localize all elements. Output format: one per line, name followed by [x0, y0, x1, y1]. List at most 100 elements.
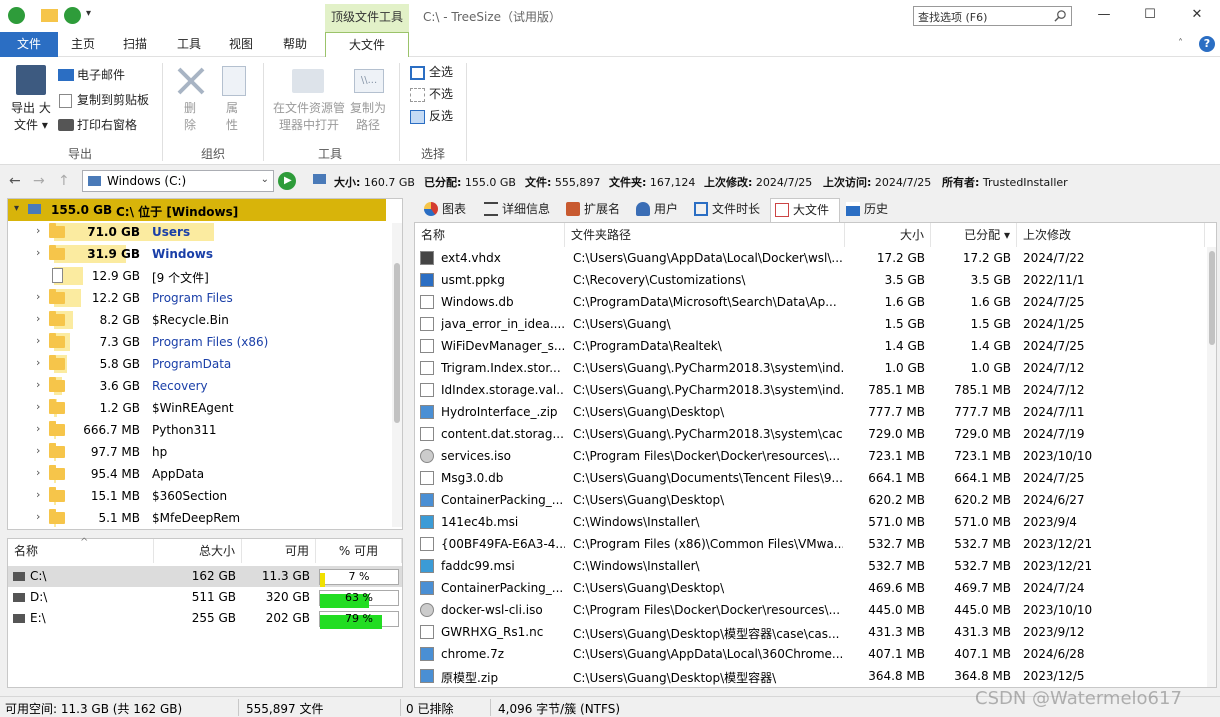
- back-arrow-icon[interactable]: ←: [9, 173, 21, 189]
- expand-icon[interactable]: ›: [36, 378, 40, 391]
- table-row[interactable]: ContainerPacking_... C:\Users\Guang\Deskt…: [415, 489, 1205, 511]
- export-large-line1[interactable]: 导出 大: [11, 101, 51, 116]
- open-folder-icon[interactable]: [41, 9, 58, 22]
- tree-row[interactable]: › 8.2 GB $Recycle.Bin: [8, 309, 386, 331]
- table-row[interactable]: HydroInterface_.zip C:\Users\Guang\Deskto…: [415, 401, 1205, 423]
- export-large-line2[interactable]: 文件 ▾: [14, 118, 48, 133]
- table-row[interactable]: docker-wsl-cli.iso C:\Program Files\Docke…: [415, 599, 1205, 621]
- filelist-scrollbar[interactable]: [1207, 247, 1216, 687]
- tab-help[interactable]: 帮助: [274, 32, 316, 57]
- tab-users[interactable]: 用户: [632, 198, 678, 220]
- table-row[interactable]: ext4.vhdx C:\Users\Guang\AppData\Local\Do…: [415, 247, 1205, 269]
- expand-icon[interactable]: ›: [36, 356, 40, 369]
- drive-row[interactable]: E:\ 255 GB 202 GB 79 %: [8, 608, 402, 629]
- expand-icon[interactable]: ›: [36, 224, 40, 237]
- folder-tree[interactable]: ▾ 155.0 GB C:\ 位于 [Windows] › 71.0 GB User…: [7, 198, 403, 530]
- expand-icon[interactable]: ›: [36, 246, 40, 259]
- tree-row[interactable]: › 7.3 GB Program Files (x86): [8, 331, 386, 353]
- tab-details[interactable]: 详细信息: [480, 198, 550, 220]
- table-row[interactable]: usmt.ppkg C:\Recovery\Customizations\ 3.5 …: [415, 269, 1205, 291]
- table-row[interactable]: Trigram.Index.stor... C:\Users\Guang\.PyC…: [415, 357, 1205, 379]
- large-files-table[interactable]: 名称 文件夹路径 大小 已分配 ▾ 上次修改 ext4.vhdx C:\Users…: [414, 222, 1217, 688]
- scan-icon[interactable]: [64, 7, 81, 24]
- collapse-icon[interactable]: ▾: [14, 203, 19, 214]
- tree-row[interactable]: › 97.7 MB hp: [8, 441, 386, 463]
- help-icon[interactable]: ?: [1199, 36, 1215, 52]
- tree-scrollbar-thumb[interactable]: [394, 263, 400, 423]
- table-row[interactable]: Windows.db C:\ProgramData\Microsoft\Searc…: [415, 291, 1205, 313]
- tab-scan[interactable]: 扫描: [114, 32, 156, 57]
- drive-selector[interactable]: Windows (C:) ⌄: [82, 170, 274, 192]
- column-header-name[interactable]: 名称: [421, 223, 565, 247]
- table-row[interactable]: ContainerPacking_... C:\Users\Guang\Deskt…: [415, 577, 1205, 599]
- drives-header-pct[interactable]: % 可用: [316, 539, 402, 563]
- drive-row[interactable]: C:\ 162 GB 11.3 GB 7 %: [8, 566, 402, 587]
- table-row[interactable]: 原模型.zip C:\Users\Guang\Desktop\模型容器\ 364.8…: [415, 665, 1205, 687]
- tab-extensions[interactable]: 扩展名: [562, 198, 620, 220]
- invert-selection-button[interactable]: 反选: [429, 109, 453, 124]
- tree-row[interactable]: › 666.7 MB Python311: [8, 419, 386, 441]
- tab-large-files[interactable]: 大文件: [325, 32, 409, 58]
- expand-icon[interactable]: ›: [36, 488, 40, 501]
- expand-icon[interactable]: ›: [36, 466, 40, 479]
- select-all-button[interactable]: 全选: [429, 65, 453, 80]
- table-row[interactable]: WiFiDevManager_s... C:\ProgramData\Realte…: [415, 335, 1205, 357]
- drives-header-free[interactable]: 可用: [242, 539, 316, 563]
- tree-row[interactable]: › 95.4 MB AppData: [8, 463, 386, 485]
- tree-row[interactable]: › 31.9 GB Windows: [8, 243, 386, 265]
- quick-access-dropdown-icon[interactable]: ▾: [86, 8, 91, 19]
- table-row[interactable]: {00BF49FA-E6A3-4... C:\Program Files (x86…: [415, 533, 1205, 555]
- expand-icon[interactable]: ›: [36, 422, 40, 435]
- tree-row[interactable]: › 3.6 GB Recovery: [8, 375, 386, 397]
- tab-large-files-view[interactable]: 大文件: [770, 198, 840, 223]
- expand-icon[interactable]: ›: [36, 444, 40, 457]
- tree-row[interactable]: › 71.0 GB Users: [8, 221, 386, 243]
- table-row[interactable]: content.dat.storag... C:\Users\Guang\.PyC…: [415, 423, 1205, 445]
- table-row[interactable]: Msg3.0.db C:\Users\Guang\Documents\Tencen…: [415, 467, 1205, 489]
- tree-root-row[interactable]: ▾ 155.0 GB C:\ 位于 [Windows]: [8, 199, 386, 221]
- tree-row[interactable]: › 12.2 GB Program Files: [8, 287, 386, 309]
- close-button[interactable]: ✕: [1174, 0, 1220, 30]
- maximize-button[interactable]: ☐: [1127, 0, 1173, 30]
- column-header-path[interactable]: 文件夹路径: [571, 223, 845, 247]
- table-row[interactable]: chrome.7z C:\Users\Guang\AppData\Local\36…: [415, 643, 1205, 665]
- copy-to-clipboard-button[interactable]: 复制到剪贴板: [77, 93, 149, 108]
- tab-tools[interactable]: 工具: [168, 32, 210, 57]
- tree-row[interactable]: › 1.2 GB $WinREAgent: [8, 397, 386, 419]
- email-button[interactable]: 电子邮件: [77, 68, 125, 83]
- forward-arrow-icon[interactable]: →: [33, 173, 45, 189]
- up-arrow-icon[interactable]: ↑: [58, 173, 70, 189]
- tree-row[interactable]: 12.9 GB [9 个文件]: [8, 265, 386, 287]
- print-right-pane-button[interactable]: 打印右窗格: [77, 118, 137, 133]
- expand-icon[interactable]: ›: [36, 312, 40, 325]
- expand-icon[interactable]: ›: [36, 334, 40, 347]
- table-row[interactable]: services.iso C:\Program Files\Docker\Dock…: [415, 445, 1205, 467]
- table-row[interactable]: 141ec4b.msi C:\Windows\Installer\ 571.0 MB…: [415, 511, 1205, 533]
- column-header-modified[interactable]: 上次修改: [1023, 223, 1205, 247]
- tree-row[interactable]: › 5.8 GB ProgramData: [8, 353, 386, 375]
- table-row[interactable]: java_error_in_idea.... C:\Users\Guang\ 1.5…: [415, 313, 1205, 335]
- filelist-scrollbar-thumb[interactable]: [1209, 251, 1215, 345]
- expand-icon[interactable]: ›: [36, 400, 40, 413]
- column-header-allocated[interactable]: 已分配 ▾: [931, 223, 1017, 247]
- drives-header-total[interactable]: 总大小: [154, 539, 242, 563]
- minimize-button[interactable]: —: [1081, 0, 1127, 30]
- table-row[interactable]: IdIndex.storage.val... C:\Users\Guang\.Py…: [415, 379, 1205, 401]
- tree-scrollbar[interactable]: [392, 223, 402, 527]
- tab-chart[interactable]: 图表: [420, 198, 466, 220]
- tab-view[interactable]: 视图: [220, 32, 262, 57]
- tab-history[interactable]: 历史: [842, 198, 888, 220]
- tab-home[interactable]: 主页: [62, 32, 104, 57]
- tree-row[interactable]: › 15.1 MB $360Section: [8, 485, 386, 507]
- export-icon[interactable]: [16, 65, 46, 95]
- collapse-ribbon-icon[interactable]: ˄: [1178, 38, 1183, 49]
- table-row[interactable]: GWRHXG_Rs1.nc C:\Users\Guang\Desktop\模型容器…: [415, 621, 1205, 643]
- tab-file-age[interactable]: 文件时长: [690, 198, 760, 220]
- expand-icon[interactable]: ›: [36, 510, 40, 523]
- tab-file[interactable]: 文件: [0, 32, 58, 57]
- scan-go-button[interactable]: ▶: [278, 172, 296, 190]
- tree-row[interactable]: › 5.1 MB $MfeDeepRem: [8, 507, 386, 529]
- drive-row[interactable]: D:\ 511 GB 320 GB 63 %: [8, 587, 402, 608]
- search-input[interactable]: 查找选项 (F6): [913, 6, 1072, 26]
- column-header-size[interactable]: 大小: [845, 223, 931, 247]
